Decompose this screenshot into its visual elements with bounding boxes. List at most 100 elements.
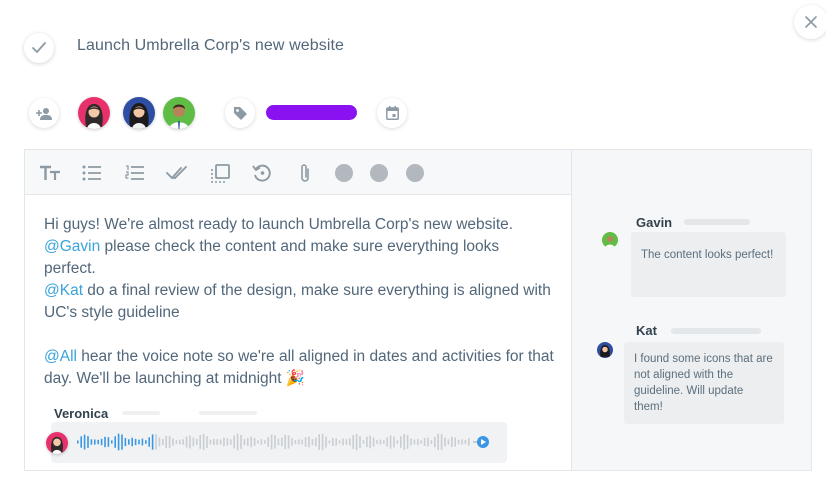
- message-text: hear the voice note so we're all aligned…: [44, 348, 554, 387]
- message-body[interactable]: Hi guys! We're almost ready to launch Um…: [44, 214, 554, 390]
- mention-gavin[interactable]: @Gavin: [44, 238, 100, 255]
- waveform-bar: [359, 436, 361, 448]
- waveform-bar: [138, 439, 140, 445]
- waveform-bar: [362, 440, 365, 444]
- attach-file-button[interactable]: [294, 162, 316, 184]
- avatar-veronica[interactable]: [78, 97, 110, 129]
- waveform-bar: [311, 439, 314, 445]
- waveform-bar: [100, 438, 103, 446]
- mark-done-button[interactable]: [166, 162, 188, 184]
- waveform-bar: [464, 439, 467, 445]
- waveform-bar: [104, 436, 106, 448]
- toolbar-dot-3[interactable]: [406, 164, 424, 182]
- mention-kat[interactable]: @Kat: [44, 282, 83, 299]
- numbered-list-icon: [125, 165, 144, 180]
- waveform-bar: [294, 440, 297, 444]
- waveform-bar: [148, 437, 150, 447]
- bullet-list-button[interactable]: [81, 162, 103, 184]
- waveform-bar: [253, 438, 256, 446]
- toolbar-dot-1[interactable]: [335, 164, 353, 182]
- waveform-bar: [417, 438, 419, 446]
- waveform-bar: [267, 437, 269, 447]
- waveform-bar: [223, 437, 225, 447]
- comment-avatar-kat: [597, 342, 613, 358]
- message-line: Hi guys! We're almost ready to launch Um…: [44, 216, 514, 233]
- waveform-bar: [366, 436, 368, 448]
- toolbar-dot-2[interactable]: [370, 164, 388, 182]
- checklist-button[interactable]: [209, 162, 231, 184]
- avatar-kat[interactable]: [123, 97, 155, 129]
- mention-all[interactable]: @All: [44, 348, 77, 365]
- waveform-bar: [376, 440, 378, 444]
- waveform-bar: [199, 435, 201, 449]
- waveform-bar: [281, 437, 283, 447]
- waveform-bar: [97, 439, 99, 445]
- waveform-bar: [189, 435, 191, 449]
- waveform-bar: [304, 437, 307, 447]
- waveform-bar: [202, 434, 205, 450]
- numbered-list-button[interactable]: [124, 162, 146, 184]
- waveform-bar: [216, 439, 218, 445]
- waveform-bar: [291, 438, 293, 446]
- waveform-bar: [250, 436, 252, 448]
- waveform-bar: [301, 439, 303, 445]
- add-assignee-button[interactable]: [29, 98, 59, 128]
- waveform-bar: [219, 439, 222, 445]
- waveform-bar: [107, 437, 110, 447]
- tag-button[interactable]: [225, 98, 255, 128]
- waveform-bar: [83, 434, 86, 450]
- close-icon: [805, 16, 817, 28]
- history-button[interactable]: [251, 162, 273, 184]
- task-title[interactable]: Launch Umbrella Corp's new website: [77, 37, 344, 55]
- avatar-woman-red-icon: [46, 432, 68, 454]
- waveform-bar: [420, 440, 422, 444]
- waveform-bar: [349, 438, 351, 446]
- waveform-bar: [128, 439, 130, 445]
- text-size-button[interactable]: [39, 162, 61, 184]
- due-date-button[interactable]: [377, 98, 407, 128]
- waveform-bar: [121, 434, 123, 450]
- waveform-bar: [87, 436, 89, 448]
- waveform-bar: [338, 440, 341, 444]
- waveform-bar: [230, 439, 232, 445]
- complete-task-button[interactable]: [24, 33, 54, 63]
- waveform-bar: [206, 436, 208, 448]
- waveform-bar: [451, 436, 453, 448]
- waveform-bar: [342, 438, 344, 446]
- waveform-bar: [141, 438, 144, 446]
- close-button[interactable]: [794, 5, 826, 39]
- voice-note-author: Veronica: [54, 406, 109, 421]
- waveform-bar: [444, 437, 446, 447]
- waveform-bar: [247, 438, 249, 446]
- voice-note-player[interactable]: [51, 422, 507, 463]
- tag-pill[interactable]: [266, 105, 357, 120]
- history-icon: [252, 164, 271, 182]
- voice-waveform[interactable]: [51, 422, 507, 463]
- comment-author: Kat: [636, 323, 657, 338]
- avatar-gavin[interactable]: [163, 97, 195, 129]
- waveform-bar: [457, 439, 460, 445]
- waveform-bar: [434, 436, 436, 448]
- waveform-bar: [240, 435, 242, 449]
- comment-meta-placeholder: [671, 328, 761, 334]
- message-editor: Hi guys! We're almost ready to launch Um…: [24, 149, 572, 471]
- waveform-bar: [325, 436, 327, 448]
- waveform-bar: [284, 434, 286, 450]
- waveform-bar: [196, 439, 198, 445]
- waveform-bar: [396, 440, 399, 444]
- voice-note-avatar: [46, 432, 68, 454]
- waveform-bar: [332, 438, 334, 446]
- bullet-list-icon: [82, 165, 101, 181]
- waveform-bar: [77, 440, 79, 444]
- waveform-bar: [413, 439, 416, 445]
- waveform-bar: [179, 439, 181, 445]
- editor-toolbar: [25, 150, 572, 195]
- waveform-bar: [226, 438, 229, 446]
- waveform-bar: [213, 438, 215, 446]
- waveform-bar: [393, 436, 395, 448]
- waveform-bar: [94, 439, 96, 445]
- waveform-bar: [461, 439, 463, 445]
- waveform-bar: [321, 433, 324, 451]
- tag-icon: [233, 106, 247, 120]
- waveform-bar: [182, 439, 184, 445]
